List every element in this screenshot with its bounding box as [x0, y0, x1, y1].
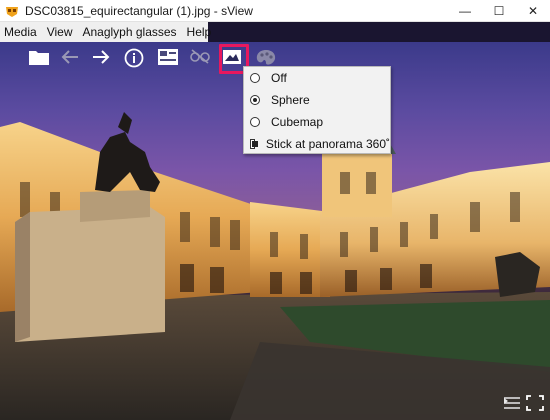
- info-icon[interactable]: [124, 48, 148, 72]
- close-button[interactable]: ✕: [516, 0, 550, 22]
- fullscreen-icon[interactable]: [526, 395, 544, 411]
- menu-view[interactable]: View: [43, 22, 79, 42]
- cubemap-label: Cubemap: [271, 115, 324, 129]
- back-arrow-icon[interactable]: [60, 48, 84, 72]
- sphere-radio[interactable]: [250, 95, 260, 105]
- playlist-icon[interactable]: [503, 395, 521, 411]
- minimize-button[interactable]: —: [448, 0, 482, 22]
- menu-media[interactable]: Media: [0, 22, 43, 42]
- panorama-viewport[interactable]: Off Sphere Cubemap Stick at panorama 360…: [0, 42, 550, 420]
- image-adjust-icon[interactable]: [157, 48, 181, 72]
- sphere-label: Sphere: [271, 93, 310, 107]
- menu-bar: Media View Anaglyph glasses Help: [0, 22, 211, 42]
- menu-option-sphere[interactable]: Sphere: [244, 89, 390, 111]
- stick-panorama-checkbox[interactable]: [250, 139, 258, 149]
- window-title: DSC03815_equirectangular (1).jpg - sView: [25, 3, 253, 18]
- cubemap-radio[interactable]: [250, 117, 260, 127]
- folder-icon[interactable]: [28, 48, 52, 72]
- forward-arrow-icon[interactable]: [91, 48, 115, 72]
- menu-option-off[interactable]: Off: [244, 67, 390, 89]
- menu-option-stick-panorama[interactable]: Stick at panorama 360˚: [244, 133, 390, 155]
- menu-option-cubemap[interactable]: Cubemap: [244, 111, 390, 133]
- app-logo-icon: [5, 4, 19, 18]
- menu-anaglyph-glasses[interactable]: Anaglyph glasses: [78, 22, 182, 42]
- stereo-glasses-icon[interactable]: [189, 48, 213, 72]
- panorama-mode-menu: Off Sphere Cubemap Stick at panorama 360…: [243, 66, 391, 154]
- menu-help[interactable]: Help: [183, 22, 218, 42]
- maximize-button[interactable]: ☐: [482, 0, 516, 22]
- title-bar: DSC03815_equirectangular (1).jpg - sView…: [0, 0, 550, 22]
- stick-panorama-label: Stick at panorama 360˚: [265, 137, 390, 151]
- off-label: Off: [271, 71, 287, 85]
- off-radio[interactable]: [250, 73, 260, 83]
